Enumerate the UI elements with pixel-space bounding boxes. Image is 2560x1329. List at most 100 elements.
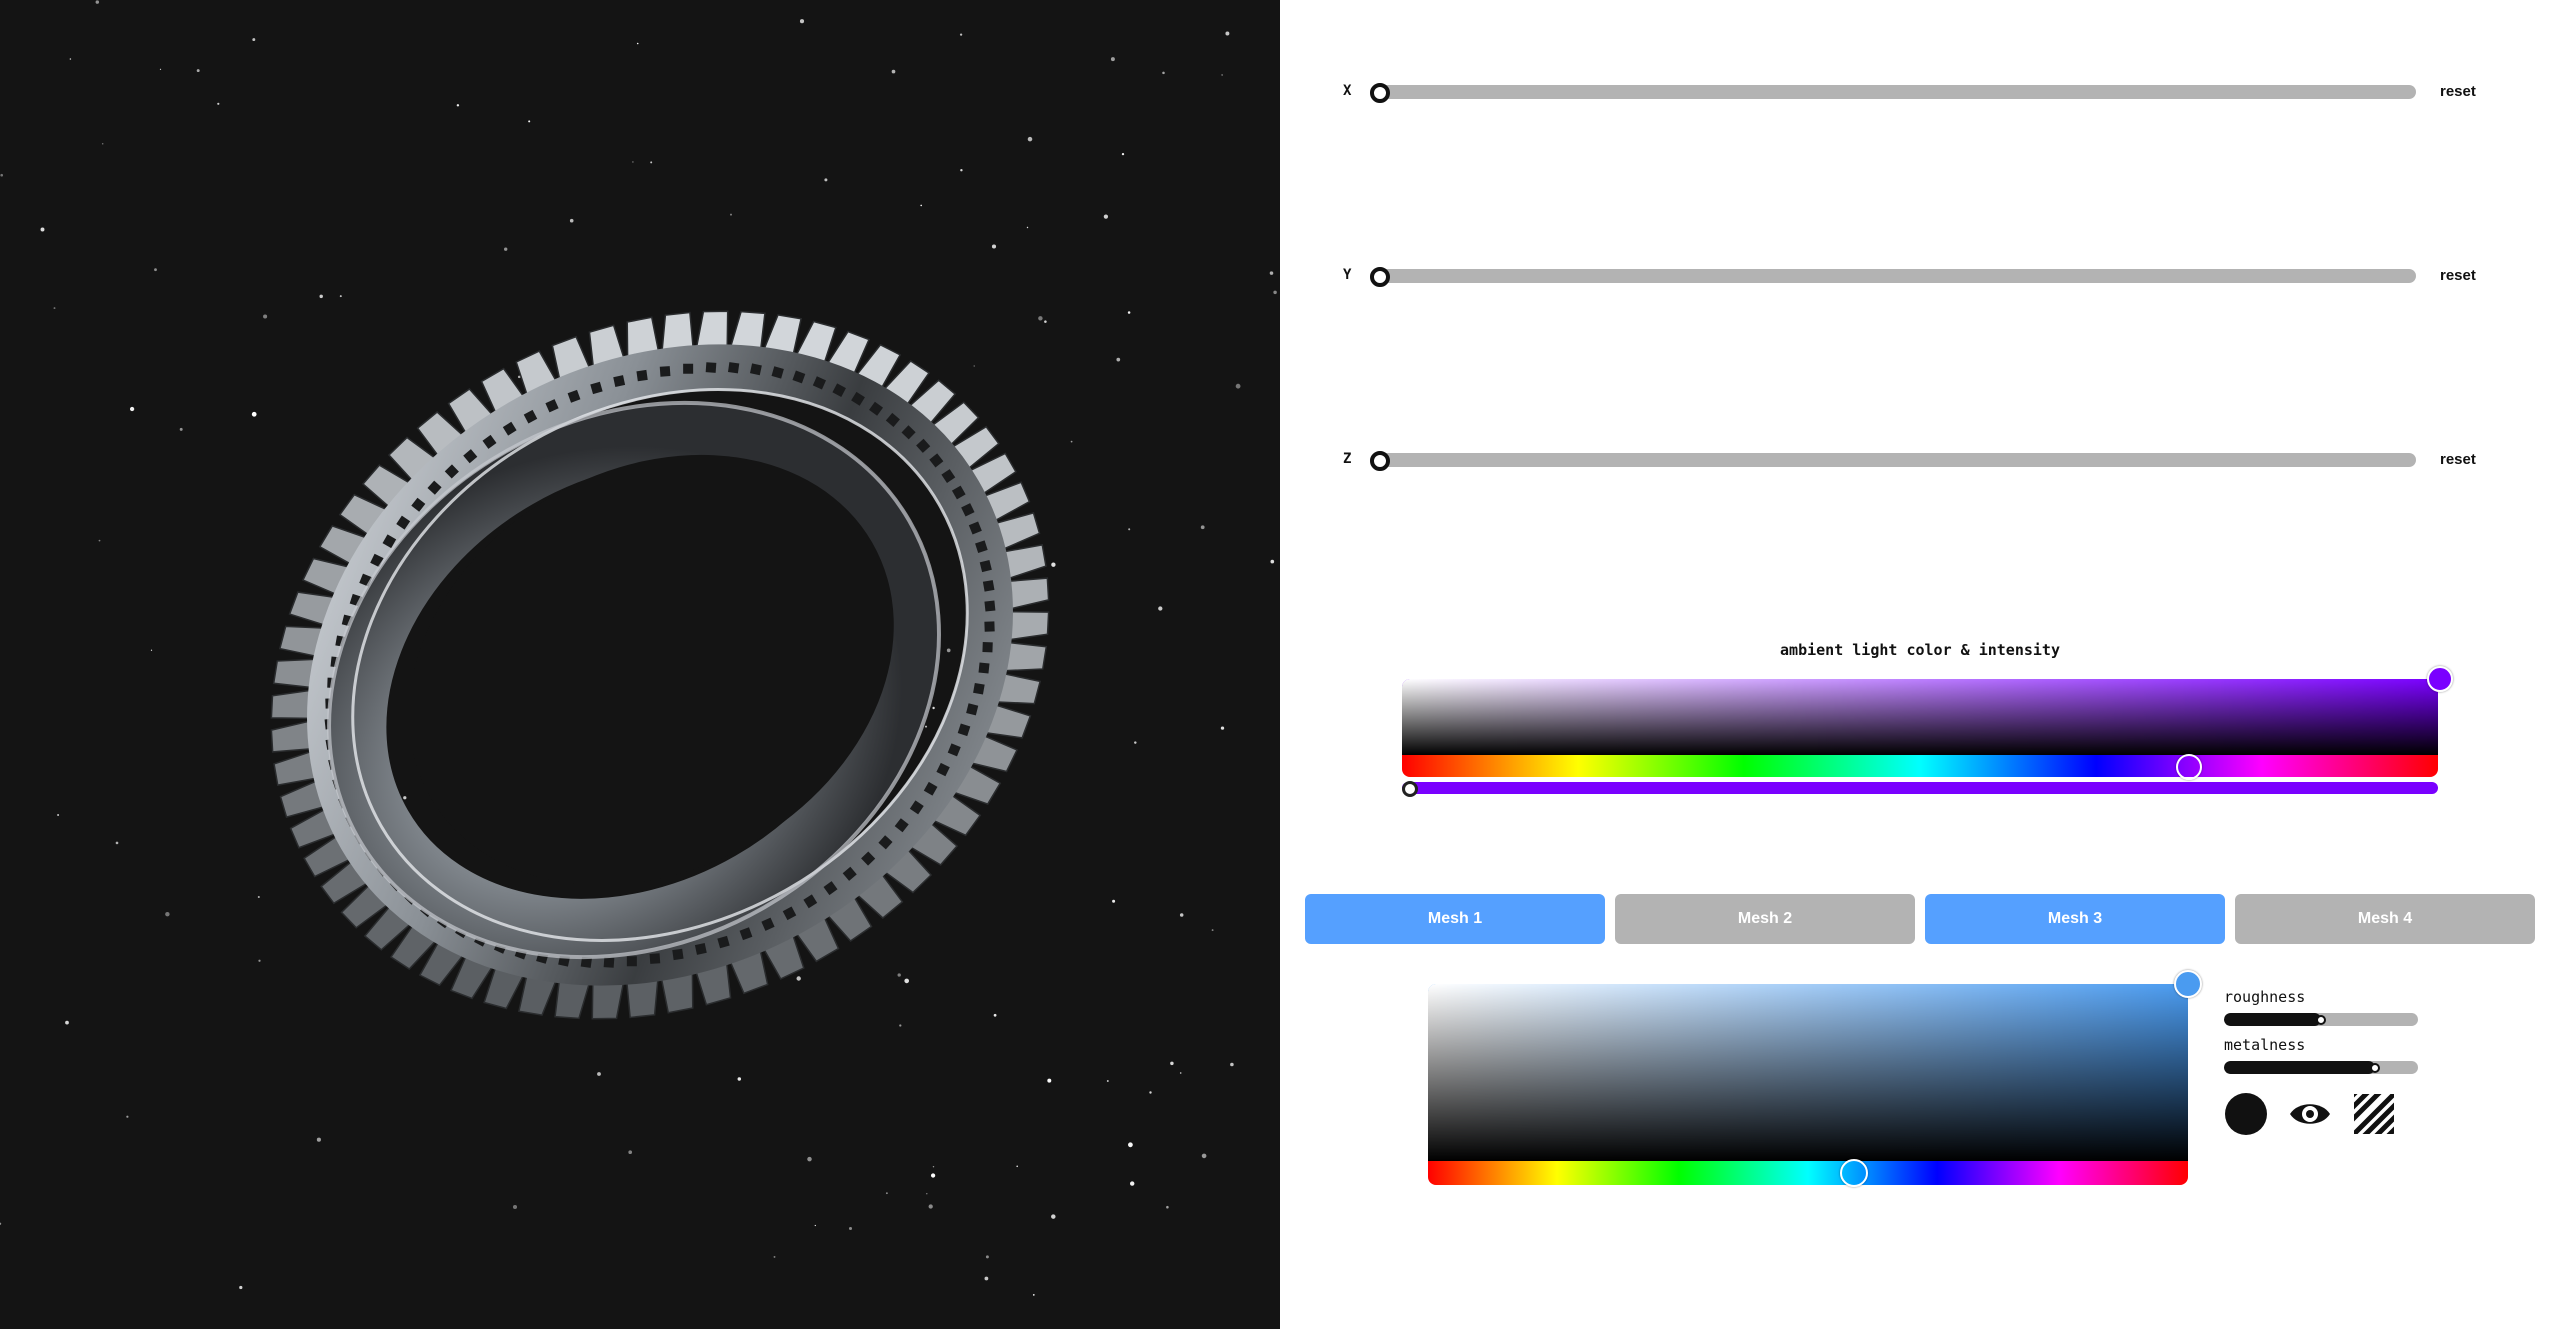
star (1269, 271, 1274, 275)
star (928, 1204, 933, 1209)
tab-mesh-2[interactable]: Mesh 2 (1615, 894, 1915, 944)
star (154, 268, 157, 272)
x-reset-button[interactable]: reset (2440, 83, 2476, 100)
z-reset-button[interactable]: reset (2440, 451, 2476, 468)
roughness-label: roughness (2224, 988, 2306, 1006)
star (1221, 74, 1223, 76)
star (926, 1193, 928, 1195)
star (1211, 929, 1214, 932)
star (257, 895, 260, 899)
star (1112, 899, 1116, 903)
x-slider-thumb[interactable] (1370, 83, 1390, 103)
star (65, 1020, 69, 1025)
star (1106, 1080, 1109, 1082)
star (650, 161, 653, 164)
star (1220, 726, 1225, 730)
star (252, 38, 256, 42)
z-rotation-slider[interactable] (1370, 453, 2416, 467)
star (1270, 559, 1275, 564)
grille-slot (636, 369, 648, 382)
star (1027, 136, 1033, 142)
star (1225, 31, 1230, 36)
star (1130, 1181, 1135, 1186)
star (115, 841, 119, 845)
tab-mesh-4[interactable]: Mesh 4 (2235, 894, 2535, 944)
grille-slot (984, 621, 995, 632)
star (504, 247, 508, 251)
roughness-thumb[interactable] (2316, 1015, 2326, 1025)
star (946, 648, 951, 653)
tab-mesh-3[interactable]: Mesh 3 (1925, 894, 2225, 944)
star (1230, 1062, 1234, 1067)
star (316, 1137, 321, 1142)
star (1016, 1165, 1018, 1168)
metalness-slider[interactable] (2224, 1061, 2418, 1074)
y-axis-label: Y (1343, 267, 1352, 283)
star (101, 143, 104, 145)
star (1026, 226, 1029, 229)
star (263, 314, 268, 319)
star (95, 0, 100, 4)
z-axis-label: Z (1343, 451, 1352, 467)
y-slider-thumb[interactable] (1370, 267, 1390, 287)
star (258, 959, 261, 962)
eye-icon[interactable] (2288, 1092, 2332, 1136)
ambient-intensity-slider[interactable] (1402, 782, 2438, 794)
star (1110, 57, 1115, 62)
star (1051, 562, 1056, 567)
star (891, 69, 896, 74)
z-slider-thumb[interactable] (1370, 451, 1390, 471)
star (924, 725, 928, 728)
ambient-intensity-thumb[interactable] (1402, 781, 1418, 797)
star (904, 978, 910, 984)
material-hue-thumb[interactable] (1839, 1159, 1868, 1187)
star (456, 104, 460, 107)
star (597, 1072, 601, 1076)
star (897, 973, 901, 977)
x-rotation-slider[interactable] (1370, 85, 2416, 99)
grille-slot (982, 642, 993, 653)
star (628, 1150, 633, 1155)
ambient-hue-slider[interactable] (1402, 755, 2438, 777)
star (512, 1204, 518, 1210)
tab-mesh-1[interactable]: Mesh 1 (1305, 894, 1605, 944)
star (196, 69, 200, 73)
star (217, 102, 220, 105)
star (932, 706, 935, 710)
star (885, 1192, 888, 1195)
material-hue-slider[interactable] (1428, 1161, 2188, 1185)
3d-viewport[interactable] (0, 0, 1280, 1329)
scene-canvas[interactable] (0, 0, 1280, 1329)
material-color-thumb[interactable] (2174, 970, 2202, 998)
star (150, 649, 153, 651)
star (796, 976, 801, 981)
solid-circle-icon[interactable] (2224, 1092, 2268, 1136)
star (1116, 357, 1121, 362)
hatch-pattern-icon[interactable] (2352, 1092, 2396, 1136)
grille-slot (626, 956, 637, 967)
star (814, 1224, 816, 1227)
ambient-saturation-value-area[interactable] (1402, 679, 2438, 755)
star (0, 1222, 2, 1225)
grille-slot (659, 366, 671, 377)
star (165, 911, 170, 917)
y-reset-button[interactable]: reset (2440, 267, 2476, 284)
star (1166, 1205, 1169, 1209)
star (959, 33, 963, 36)
material-saturation-value-area[interactable] (1428, 984, 2188, 1161)
star (1128, 528, 1131, 531)
star (1149, 1091, 1152, 1094)
star (1103, 214, 1109, 219)
grille-slot (694, 942, 707, 955)
grille-slot (613, 375, 626, 388)
star (1179, 1072, 1182, 1074)
y-rotation-slider[interactable] (1370, 269, 2416, 283)
ambient-light-title: ambient light color & intensity (1780, 641, 2060, 659)
grille-slot (672, 948, 684, 961)
star (737, 1077, 742, 1081)
star (773, 1255, 776, 1258)
star (1235, 383, 1241, 389)
grille-slot (705, 362, 717, 373)
ambient-color-thumb[interactable] (2427, 666, 2453, 692)
control-panel: X reset Y reset Z reset ambient light co… (1280, 0, 2560, 1329)
